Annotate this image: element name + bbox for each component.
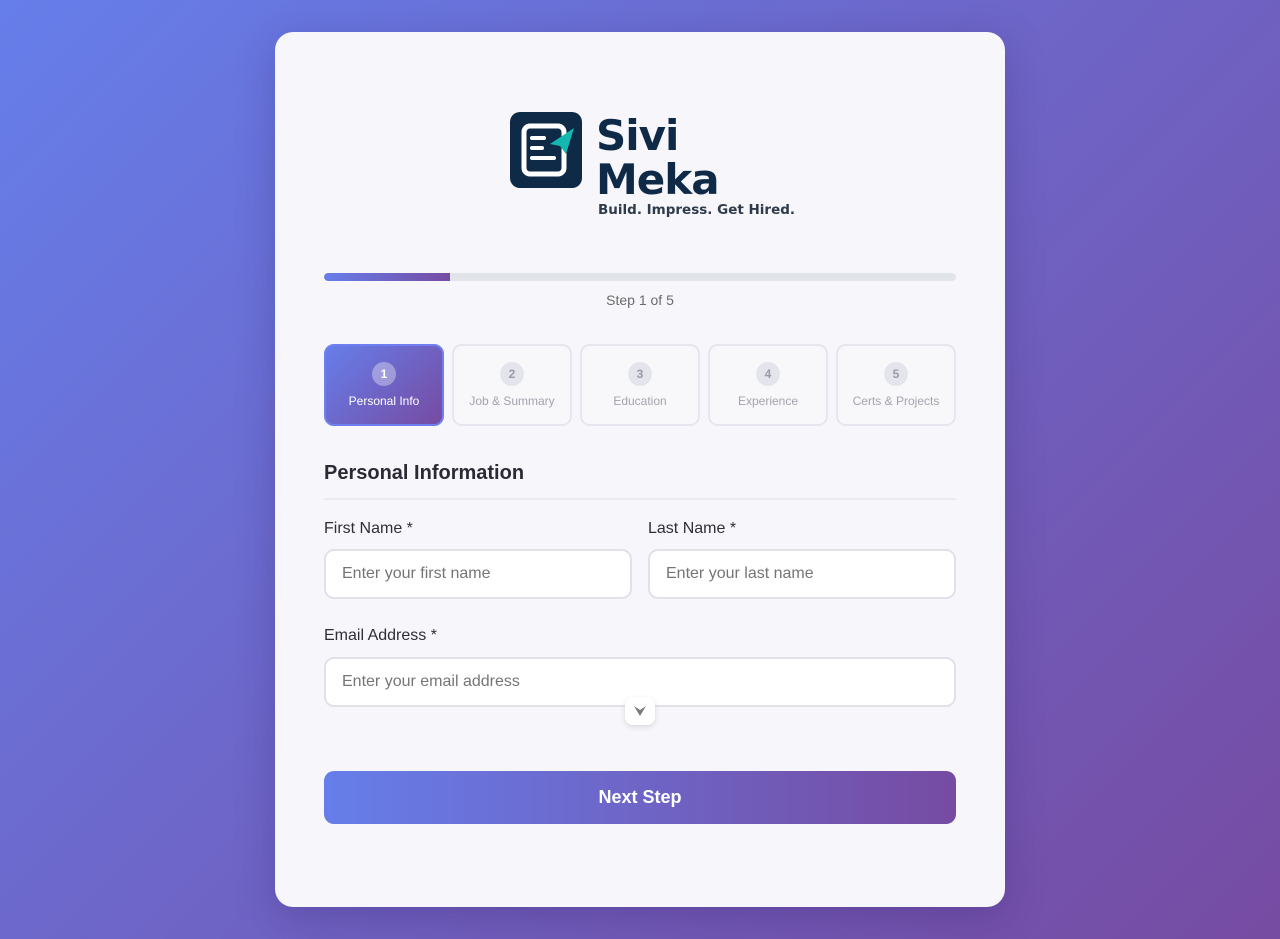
brand-name-line1: Sivi — [596, 111, 679, 160]
brand-tagline: Build. Impress. Get Hired. — [598, 202, 796, 218]
step-number: 1 — [372, 362, 396, 386]
step-tab-education[interactable]: 3 Education — [580, 344, 700, 426]
step-tab-experience[interactable]: 4 Experience — [708, 344, 828, 426]
section-title: Personal Information — [324, 462, 525, 484]
logo-mark-icon — [510, 112, 582, 188]
step-number: 4 — [756, 362, 780, 386]
step-number: 5 — [884, 362, 908, 386]
first-name-label: First Name * — [324, 520, 413, 537]
section-divider — [324, 498, 956, 500]
next-step-button[interactable]: Next Step — [324, 771, 956, 824]
step-tab-job-summary[interactable]: 2 Job & Summary — [452, 344, 572, 426]
brand-name-line2: Meka — [596, 155, 720, 204]
step-tabs: 1 Personal Info 2 Job & Summary 3 Educat… — [324, 344, 956, 426]
step-label: Certs & Projects — [852, 394, 940, 408]
step-label: Personal Info — [348, 394, 420, 408]
step-counter: Step 1 of 5 — [606, 292, 674, 308]
email-label: Email Address * — [324, 627, 437, 644]
progress-bar — [324, 273, 956, 281]
brand-name: Sivi Meka — [596, 111, 720, 204]
step-number: 2 — [500, 362, 524, 386]
step-tab-personal-info[interactable]: 1 Personal Info — [324, 344, 444, 426]
chevron-down-icon — [634, 706, 646, 716]
step-label: Education — [613, 394, 667, 408]
last-name-input[interactable] — [648, 549, 956, 599]
form-card: Sivi Meka Build. Impress. Get Hired. Ste… — [275, 32, 1005, 907]
step-number: 3 — [628, 362, 652, 386]
brand-logo: Sivi Meka Build. Impress. Get Hired. — [510, 111, 795, 222]
last-name-label: Last Name * — [648, 520, 737, 537]
scroll-down-button[interactable] — [625, 697, 655, 725]
step-label: Experience — [737, 394, 799, 408]
first-name-input[interactable] — [324, 549, 632, 599]
step-label: Job & Summary — [469, 394, 555, 408]
step-tab-certs-projects[interactable]: 5 Certs & Projects — [836, 344, 956, 426]
progress-bar-fill — [324, 273, 451, 281]
